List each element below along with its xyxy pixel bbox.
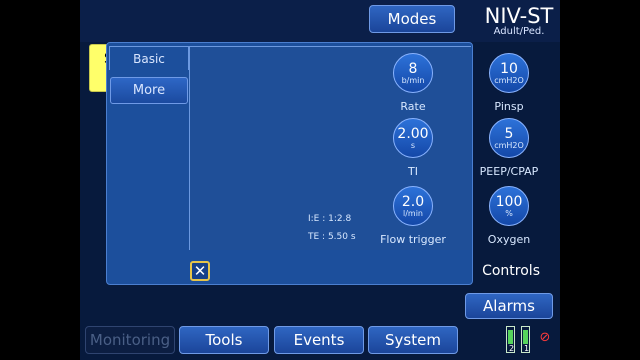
ti-control[interactable]: 2.00 s TI xyxy=(368,118,458,178)
tab-basic[interactable]: Basic xyxy=(109,46,189,70)
pinsp-value: 10 xyxy=(500,60,518,77)
battery-1-icon: 1 xyxy=(521,326,530,353)
ti-unit: s xyxy=(410,140,416,150)
rate-value: 8 xyxy=(408,60,418,77)
rate-control[interactable]: 8 b/min Rate xyxy=(368,53,458,113)
monitoring-button[interactable]: Monitoring xyxy=(85,326,175,354)
peep-unit: cmH2O xyxy=(494,140,524,150)
events-button[interactable]: Events xyxy=(274,326,364,354)
peep-value: 5 xyxy=(504,125,514,142)
tab-more[interactable]: More xyxy=(110,77,188,104)
flow-trigger-label: Flow trigger xyxy=(380,233,446,246)
close-icon: ✕ xyxy=(193,262,207,280)
battery-1-charge xyxy=(523,330,528,344)
flow-trigger-value: 2.0 xyxy=(401,193,425,210)
system-button[interactable]: System xyxy=(368,326,458,354)
oxygen-label: Oxygen xyxy=(487,233,531,246)
rate-unit: b/min xyxy=(401,75,425,85)
flow-trigger-control[interactable]: 2.0 l/min Flow trigger xyxy=(368,186,458,246)
rate-knob[interactable]: 8 b/min xyxy=(393,53,433,93)
rate-label: Rate xyxy=(400,100,426,113)
peep-control[interactable]: 5 cmH2O PEEP/CPAP xyxy=(464,118,554,178)
peep-label: PEEP/CPAP xyxy=(479,165,539,178)
tools-button[interactable]: Tools xyxy=(179,326,269,354)
te-value: TE : 5.50 s xyxy=(308,232,356,242)
battery-2-charge xyxy=(508,330,513,344)
ie-ratio: I:E : 1:2.8 xyxy=(308,214,352,224)
ti-knob[interactable]: 2.00 s xyxy=(393,118,433,158)
battery-2-number: 2 xyxy=(508,344,515,353)
pinsp-label: Pinsp xyxy=(494,100,524,113)
modes-button[interactable]: Modes xyxy=(369,5,455,33)
peep-knob[interactable]: 5 cmH2O xyxy=(489,118,529,158)
alarms-button[interactable]: Alarms xyxy=(465,293,553,319)
ti-value: 2.00 xyxy=(397,125,429,142)
oxygen-knob[interactable]: 100 % xyxy=(489,186,529,226)
close-button[interactable]: ✕ xyxy=(190,261,210,281)
controls-title: Controls xyxy=(482,263,540,279)
battery-1-number: 1 xyxy=(523,344,530,353)
oxygen-control[interactable]: 100 % Oxygen xyxy=(464,186,554,246)
oxygen-value: 100 xyxy=(495,193,523,210)
pinsp-unit: cmH2O xyxy=(494,75,524,85)
battery-2-icon: 2 xyxy=(506,326,515,353)
flow-trigger-knob[interactable]: 2.0 l/min xyxy=(393,186,433,226)
mode-name: NIV-ST xyxy=(484,4,554,28)
pinsp-knob[interactable]: 10 cmH2O xyxy=(489,53,529,93)
ti-label: TI xyxy=(408,165,418,178)
patient-type: Adult/Ped. xyxy=(493,26,545,37)
flow-trigger-unit: l/min xyxy=(402,208,423,218)
plug-disconnected-icon: ⊘ xyxy=(539,330,551,345)
pinsp-control[interactable]: 10 cmH2O Pinsp xyxy=(464,53,554,113)
oxygen-unit: % xyxy=(505,208,513,218)
